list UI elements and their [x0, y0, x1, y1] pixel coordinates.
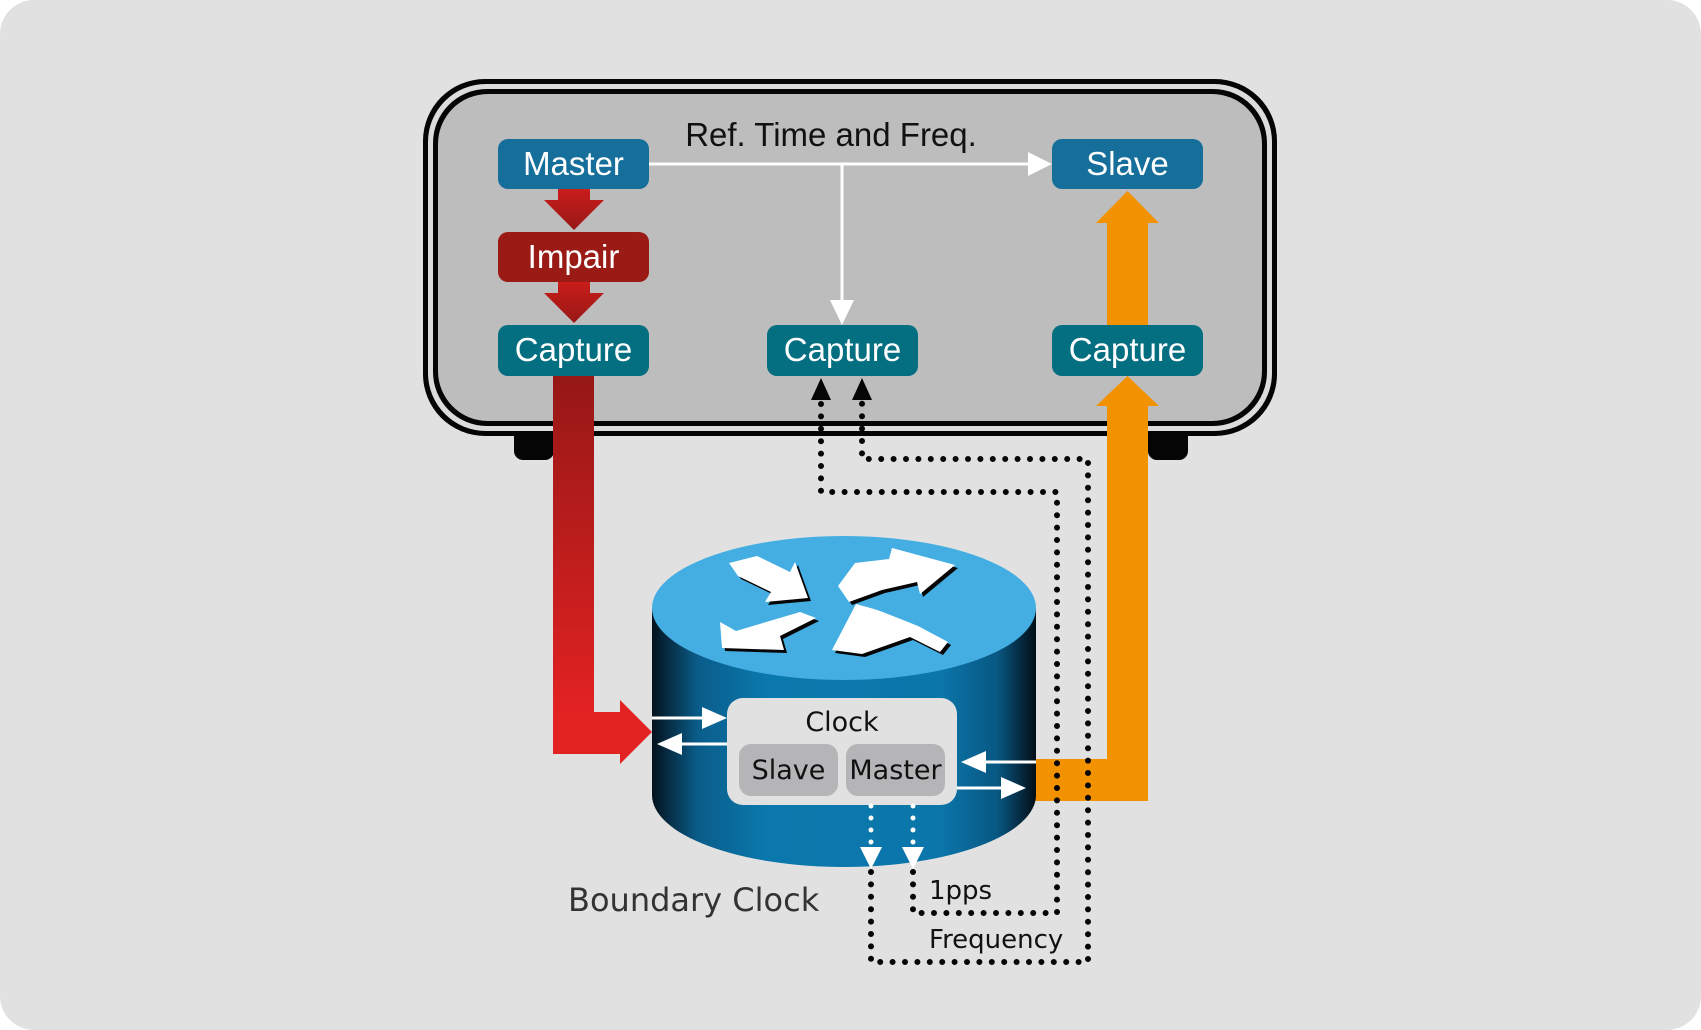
capture-left-label: Capture	[515, 331, 632, 368]
capture-center-box: Capture	[767, 325, 918, 376]
clock-slave-label: Slave	[752, 755, 826, 786]
clock-panel: Clock Slave Master	[727, 698, 957, 805]
capture-right-box: Capture	[1052, 325, 1203, 376]
clock-master-label: Master	[849, 755, 942, 786]
pps-label: 1pps	[929, 876, 992, 906]
master-label: Master	[523, 145, 624, 182]
capture-left-box: Capture	[498, 325, 649, 376]
master-box: Master	[498, 139, 649, 189]
impair-label: Impair	[528, 238, 620, 275]
capture-right-label: Capture	[1069, 331, 1186, 368]
boundary-clock-diagram: Ref. Time and Freq. Clock Slave Master M…	[423, 79, 1277, 965]
clock-label: Clock	[805, 707, 879, 738]
slave-label: Slave	[1086, 145, 1169, 182]
impair-box: Impair	[498, 232, 649, 282]
red-arrowhead	[620, 700, 652, 764]
frequency-label: Frequency	[929, 925, 1063, 955]
slave-box: Slave	[1052, 139, 1203, 189]
capture-center-label: Capture	[784, 331, 901, 368]
boundary-clock-caption: Boundary Clock	[568, 881, 820, 919]
router-top	[652, 536, 1036, 680]
ref-time-label: Ref. Time and Freq.	[685, 116, 977, 153]
